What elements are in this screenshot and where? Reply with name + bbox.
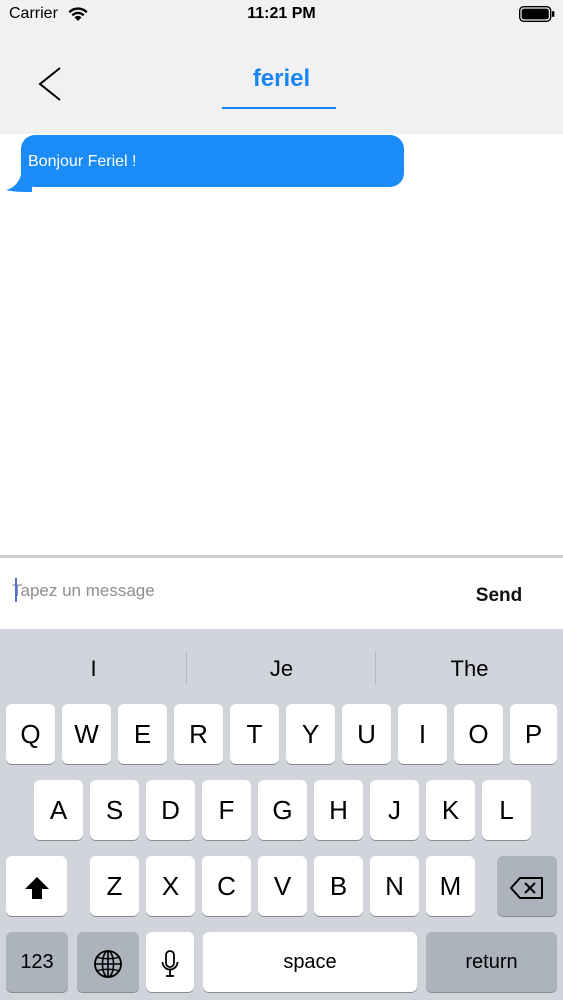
key-k[interactable]: K — [426, 780, 475, 840]
keyboard: I Je The Q W E R T Y U I O P A S D F G H… — [0, 629, 563, 1000]
conversation-title: feriel — [252, 65, 311, 92]
numbers-key[interactable]: 123 — [6, 932, 68, 992]
key-l[interactable]: L — [482, 780, 531, 840]
space-key[interactable]: space — [203, 932, 417, 992]
key-z[interactable]: Z — [90, 856, 139, 916]
key-g[interactable]: G — [258, 780, 307, 840]
battery-icon — [519, 6, 555, 22]
key-f[interactable]: F — [202, 780, 251, 840]
backspace-icon — [510, 877, 543, 900]
key-s[interactable]: S — [90, 780, 139, 840]
key-c[interactable]: C — [202, 856, 251, 916]
key-n[interactable]: N — [370, 856, 419, 916]
suggestion-3[interactable]: The — [376, 649, 563, 689]
key-a[interactable]: A — [34, 780, 83, 840]
return-key[interactable]: return — [426, 932, 557, 992]
globe-icon — [94, 950, 122, 979]
key-j[interactable]: J — [370, 780, 419, 840]
navigation-bar: feriel — [0, 30, 563, 134]
dictation-key[interactable] — [146, 932, 194, 992]
globe-key[interactable] — [77, 932, 139, 992]
key-h[interactable]: H — [314, 780, 363, 840]
key-e[interactable]: E — [118, 704, 167, 764]
text-cursor — [15, 578, 17, 602]
message-input[interactable] — [12, 576, 442, 606]
clock: 11:21 PM — [247, 5, 316, 22]
title-underline — [222, 107, 336, 109]
message-composer: Send — [0, 555, 563, 629]
key-m[interactable]: M — [426, 856, 475, 916]
key-t[interactable]: T — [230, 704, 279, 764]
suggestion-1[interactable]: I — [0, 649, 187, 689]
key-d[interactable]: D — [146, 780, 195, 840]
key-i[interactable]: I — [398, 704, 447, 764]
key-r[interactable]: R — [174, 704, 223, 764]
suggestion-divider — [186, 651, 187, 685]
message-text: Bonjour Feriel ! — [28, 153, 137, 170]
key-q[interactable]: Q — [6, 704, 55, 764]
key-u[interactable]: U — [342, 704, 391, 764]
key-o[interactable]: O — [454, 704, 503, 764]
shift-arrow-icon — [24, 877, 49, 900]
delete-key[interactable] — [497, 856, 557, 916]
predictive-bar: I Je The — [0, 629, 563, 701]
key-y[interactable]: Y — [286, 704, 335, 764]
key-x[interactable]: X — [146, 856, 195, 916]
microphone-icon — [161, 950, 179, 978]
suggestion-2[interactable]: Je — [188, 649, 375, 689]
status-bar: Carrier 11:21 PM — [0, 0, 563, 30]
key-p[interactable]: P — [510, 704, 557, 764]
message-list[interactable]: Bonjour Feriel ! — [0, 134, 563, 554]
key-v[interactable]: V — [258, 856, 307, 916]
message-bubble: Bonjour Feriel ! — [21, 135, 404, 187]
send-button[interactable]: Send — [456, 580, 542, 612]
key-b[interactable]: B — [314, 856, 363, 916]
shift-key[interactable] — [6, 856, 67, 916]
key-w[interactable]: W — [62, 704, 111, 764]
